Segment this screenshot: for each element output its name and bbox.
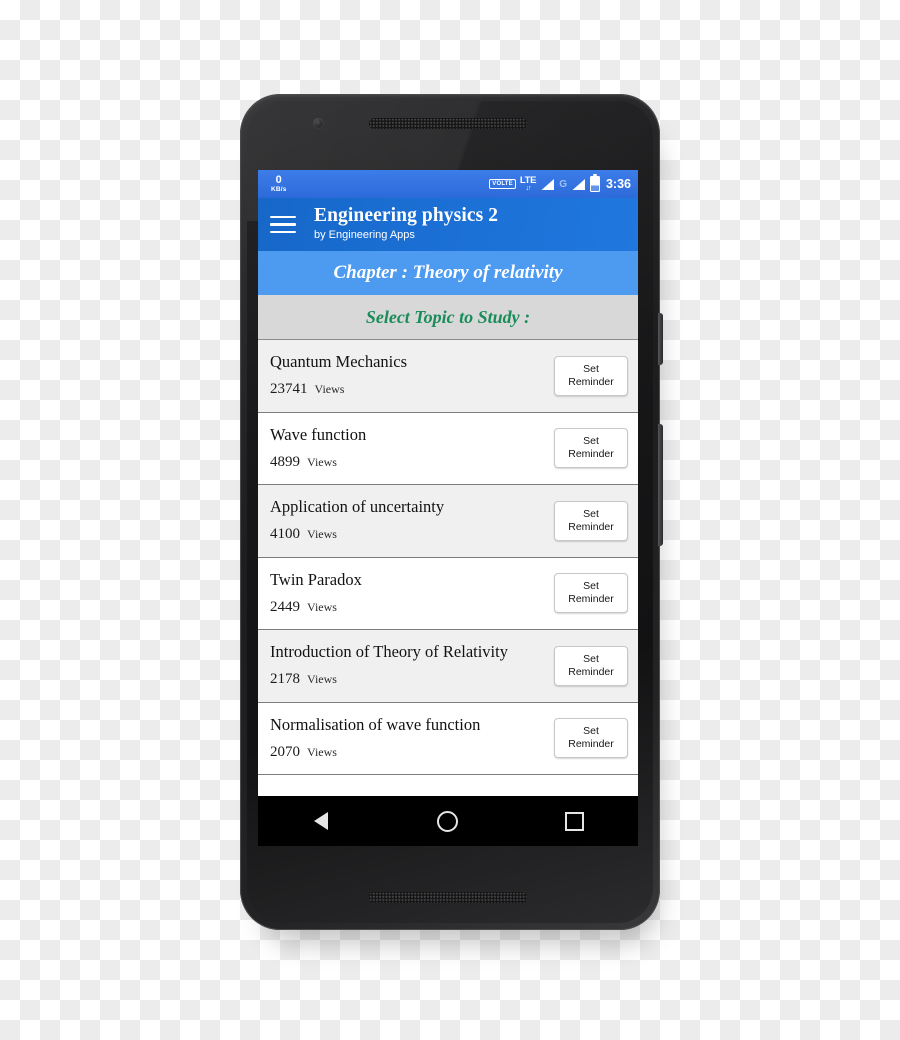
set-reminder-button[interactable]: Set Reminder (554, 428, 628, 469)
volte-icon: VOLTE (489, 179, 516, 189)
topic-text-block: Introduction of Theory of Relativity 2178… (270, 643, 554, 688)
volume-rocker-button[interactable] (658, 424, 663, 546)
topic-row[interactable]: Quantum Mechanics 23741 Views Set Reminder (258, 340, 638, 413)
topic-title: Application of uncertainty (270, 497, 445, 517)
hamburger-line-3 (270, 231, 296, 234)
set-reminder-line-1: Set (583, 652, 599, 665)
topic-text-block: Normalisation of wave function 2070 Views (270, 714, 554, 761)
set-reminder-line-1: Set (583, 362, 599, 375)
status-bar-icons: VOLTE LTE ↓↑ G 3:36 (489, 173, 631, 192)
topic-title: Introduction of Theory of Relativity (270, 642, 508, 662)
bottom-speaker-grill (369, 892, 527, 903)
home-circle-icon (437, 810, 459, 832)
select-topic-header: Select Topic to Study : (258, 295, 638, 340)
topic-views-label: Views (307, 454, 337, 469)
topic-views-count: 4899 (270, 453, 300, 470)
app-bar-titles: Engineering physics 2 by Engineering App… (314, 205, 498, 244)
set-reminder-line-1: Set (583, 507, 599, 520)
set-reminder-button[interactable]: Set Reminder (554, 573, 628, 614)
topic-views-count: 2070 (270, 743, 300, 760)
set-reminder-line-2: Reminder (568, 738, 614, 751)
topic-row[interactable]: Introduction of Theory of Relativity 2178… (258, 630, 638, 703)
topic-views: 2449 Views (270, 599, 554, 616)
signal-strength-icon-sim2 (572, 178, 585, 190)
set-reminder-line-2: Reminder (568, 520, 614, 533)
hamburger-line-2 (270, 223, 296, 226)
topic-text-block: Twin Paradox 2449 Views (270, 569, 554, 616)
topic-list[interactable]: Quantum Mechanics 23741 Views Set Reminder Wa… (258, 340, 638, 775)
hamburger-line-1 (270, 215, 296, 218)
topic-title: Normalisation of wave function (270, 714, 481, 734)
topic-row[interactable]: Normalisation of wave function 2070 Views S… (258, 702, 638, 775)
network-speed-indicator: 0 KB/s (271, 173, 287, 194)
topic-row[interactable]: Wave function 4899 Views Set Reminder (258, 412, 638, 485)
topic-views: 2178 Views (270, 671, 554, 688)
nav-back-button[interactable] (298, 798, 344, 844)
gprs-icon: G (559, 178, 567, 190)
nav-recents-button[interactable] (552, 798, 598, 844)
topic-text-block: Wave function 4899 Views (270, 424, 554, 471)
set-reminder-line-2: Reminder (568, 665, 614, 678)
set-reminder-button[interactable]: Set Reminder (554, 500, 628, 541)
chapter-header: Chapter : Theory of relativity (258, 251, 638, 295)
recents-square-icon (565, 811, 585, 831)
topic-views: 4899 Views (270, 454, 554, 471)
set-reminder-button[interactable]: Set Reminder (554, 645, 628, 686)
phone-screen: 0 KB/s VOLTE LTE ↓↑ G 3:36 Engineering p… (258, 170, 638, 846)
topic-views-count: 2178 (270, 671, 300, 688)
topic-text-block: Application of uncertainty 4100 Views (270, 498, 554, 543)
nav-home-button[interactable] (425, 798, 471, 844)
topic-views-label: Views (307, 672, 337, 687)
set-reminder-line-2: Reminder (568, 593, 614, 606)
topic-row[interactable]: Application of uncertainty 4100 Views Set Re… (258, 485, 638, 558)
set-reminder-line-2: Reminder (568, 448, 614, 461)
battery-icon (589, 173, 600, 192)
signal-strength-icon-sim1 (541, 178, 555, 190)
status-bar-clock: 3:36 (605, 177, 631, 191)
network-speed-unit: KB/s (271, 185, 287, 193)
set-reminder-line-2: Reminder (568, 375, 614, 388)
topic-views-count: 4100 (270, 526, 300, 543)
topic-title: Wave function (270, 424, 367, 444)
earpiece-speaker-grill (369, 118, 527, 129)
set-reminder-button[interactable]: Set Reminder (554, 355, 628, 396)
app-bar: Engineering physics 2 by Engineering App… (258, 198, 638, 251)
set-reminder-line-1: Set (583, 435, 599, 448)
app-title: Engineering physics 2 (314, 205, 499, 227)
topic-views-count: 2449 (270, 598, 300, 615)
topic-title: Twin Paradox (270, 569, 362, 589)
network-speed-value: 0 (275, 173, 282, 186)
topic-views-label: Views (314, 382, 345, 397)
topic-text-block: Quantum Mechanics 23741 Views (270, 353, 554, 398)
lte-icon: LTE ↓↑ (520, 176, 537, 192)
back-triangle-icon (314, 812, 329, 830)
android-navigation-bar (258, 796, 638, 846)
status-bar: 0 KB/s VOLTE LTE ↓↑ G 3:36 (258, 170, 638, 198)
front-camera-icon (313, 118, 324, 129)
topic-row[interactable]: Twin Paradox 2449 Views Set Reminder (258, 557, 638, 630)
app-subtitle: by Engineering Apps (314, 229, 415, 242)
hamburger-menu-icon[interactable] (270, 214, 296, 236)
topic-views-count: 23741 (270, 381, 308, 398)
power-button[interactable] (658, 313, 663, 365)
set-reminder-button[interactable]: Set Reminder (554, 718, 628, 759)
topic-views: 4100 Views (270, 526, 554, 543)
topic-views-label: Views (307, 744, 337, 759)
topic-views: 23741 Views (270, 381, 554, 398)
set-reminder-line-1: Set (583, 580, 599, 593)
topic-views-label: Views (307, 599, 337, 614)
topic-views-label: Views (307, 527, 337, 542)
set-reminder-line-1: Set (583, 725, 599, 738)
topic-title: Quantum Mechanics (270, 352, 408, 372)
lte-data-arrows-icon: ↓↑ (525, 184, 532, 192)
topic-views: 2070 Views (270, 744, 554, 761)
